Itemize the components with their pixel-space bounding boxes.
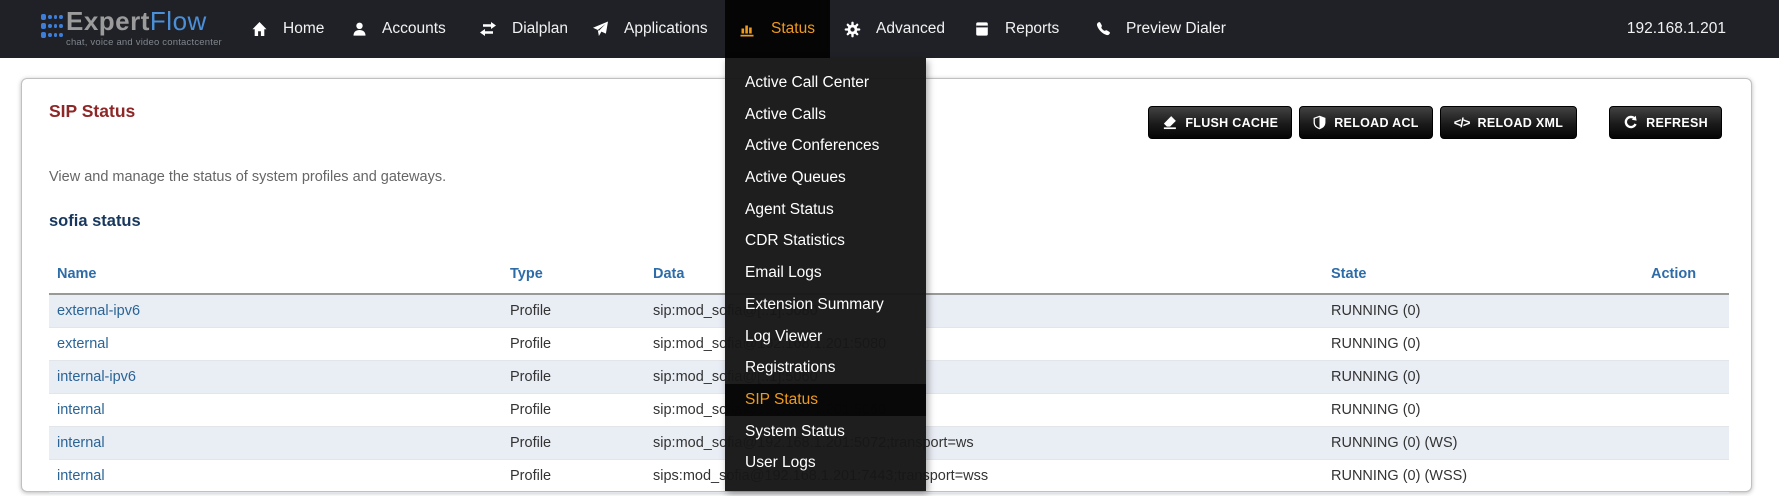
nav-item-preview-dialer[interactable]: Preview Dialer — [1081, 0, 1240, 58]
type-cell: Profile — [502, 327, 645, 360]
state-cell: RUNNING (0) — [1323, 327, 1643, 360]
profile-link[interactable]: internal — [57, 402, 105, 418]
menu-item-agent-status[interactable]: Agent Status — [725, 194, 926, 226]
refresh-icon — [1623, 115, 1638, 130]
brand-name: ExpertFlow — [66, 8, 222, 34]
person-icon — [352, 21, 367, 37]
nav-item-label: Accounts — [382, 20, 446, 38]
nav-item-label: Home — [283, 20, 324, 38]
nav-item-label: Preview Dialer — [1126, 20, 1226, 38]
eraser-icon — [1162, 115, 1177, 130]
menu-item-extension-summary[interactable]: Extension Summary — [725, 289, 926, 321]
state-cell: RUNNING (0) — [1323, 393, 1643, 426]
menu-item-email-logs[interactable]: Email Logs — [725, 257, 926, 289]
bar-chart-icon — [739, 21, 756, 37]
nav-item-home[interactable]: Home — [237, 0, 338, 58]
shield-icon — [1313, 115, 1326, 130]
menu-item-cdr-statistics[interactable]: CDR Statistics — [725, 225, 926, 257]
nav-item-label: Dialplan — [512, 20, 568, 38]
menu-item-system-status[interactable]: System Status — [725, 416, 926, 448]
page-description: View and manage the status of system pro… — [49, 169, 446, 185]
action-cell — [1643, 393, 1729, 426]
menu-item-active-queues[interactable]: Active Queues — [725, 162, 926, 194]
brand-tagline: chat, voice and video contactcenter — [66, 37, 222, 48]
nav-item-advanced[interactable]: Advanced — [830, 0, 959, 58]
action-cell — [1643, 426, 1729, 459]
section-heading: sofia status — [49, 212, 141, 231]
menu-item-active-calls[interactable]: Active Calls — [725, 99, 926, 131]
column-header-name: Name — [49, 254, 502, 294]
profile-link[interactable]: internal — [57, 468, 105, 484]
column-header-type: Type — [502, 254, 645, 294]
state-cell: RUNNING (0) — [1323, 360, 1643, 393]
swap-arrows-icon — [479, 21, 497, 37]
flush-cache-button[interactable]: FLUSH CACHE — [1148, 106, 1292, 139]
menu-item-active-conferences[interactable]: Active Conferences — [725, 130, 926, 162]
home-icon — [251, 21, 268, 37]
phone-icon — [1095, 21, 1111, 37]
profile-link[interactable]: external — [57, 336, 109, 352]
action-cell — [1643, 327, 1729, 360]
type-cell: Profile — [502, 459, 645, 492]
type-cell: Profile — [502, 294, 645, 327]
nav-item-dialplan[interactable]: Dialplan — [465, 0, 582, 58]
toolbar: FLUSH CACHE RELOAD ACL </> RELOAD XML RE… — [1148, 106, 1722, 139]
profile-link[interactable]: internal — [57, 435, 105, 451]
status-dropdown-menu: Active Call Center Active Calls Active C… — [725, 58, 926, 491]
column-header-action: Action — [1643, 254, 1729, 294]
action-cell — [1643, 459, 1729, 492]
column-header-state: State — [1323, 254, 1643, 294]
state-cell: RUNNING (0) (WS) — [1323, 426, 1643, 459]
state-cell: RUNNING (0) — [1323, 294, 1643, 327]
nav-item-label: Reports — [1005, 20, 1059, 38]
action-cell — [1643, 360, 1729, 393]
menu-item-log-viewer[interactable]: Log Viewer — [725, 321, 926, 353]
nav-item-label: Status — [771, 20, 815, 38]
nav-item-label: Advanced — [876, 20, 945, 38]
type-cell: Profile — [502, 426, 645, 459]
type-cell: Profile — [502, 393, 645, 426]
state-cell: RUNNING (0) (WSS) — [1323, 459, 1643, 492]
menu-item-registrations[interactable]: Registrations — [725, 352, 926, 384]
nav-item-reports[interactable]: Reports — [960, 0, 1073, 58]
brand-logo[interactable]: ExpertFlow chat, voice and video contact… — [41, 8, 222, 48]
nav-item-status[interactable]: Status — [725, 0, 830, 58]
server-address: 192.168.1.201 — [1627, 0, 1726, 58]
gear-icon — [844, 21, 861, 38]
refresh-button[interactable]: REFRESH — [1609, 106, 1722, 139]
profile-link[interactable]: internal-ipv6 — [57, 369, 136, 385]
book-icon — [974, 21, 990, 37]
nav-item-label: Applications — [624, 20, 708, 38]
profile-link[interactable]: external-ipv6 — [57, 303, 140, 319]
menu-item-sip-status[interactable]: SIP Status — [725, 384, 926, 416]
reload-xml-button[interactable]: </> RELOAD XML — [1440, 106, 1577, 139]
brand-logo-icon — [41, 14, 63, 38]
menu-item-active-call-center[interactable]: Active Call Center — [725, 67, 926, 99]
code-icon: </> — [1454, 115, 1470, 130]
type-cell: Profile — [502, 360, 645, 393]
action-cell — [1643, 294, 1729, 327]
nav-item-accounts[interactable]: Accounts — [338, 0, 460, 58]
page-title: SIP Status — [49, 101, 135, 122]
reload-acl-button[interactable]: RELOAD ACL — [1299, 106, 1432, 139]
menu-item-user-logs[interactable]: User Logs — [725, 447, 926, 479]
top-navbar: ExpertFlow chat, voice and video contact… — [0, 0, 1779, 58]
paper-plane-icon — [592, 21, 609, 37]
nav-item-applications[interactable]: Applications — [578, 0, 722, 58]
